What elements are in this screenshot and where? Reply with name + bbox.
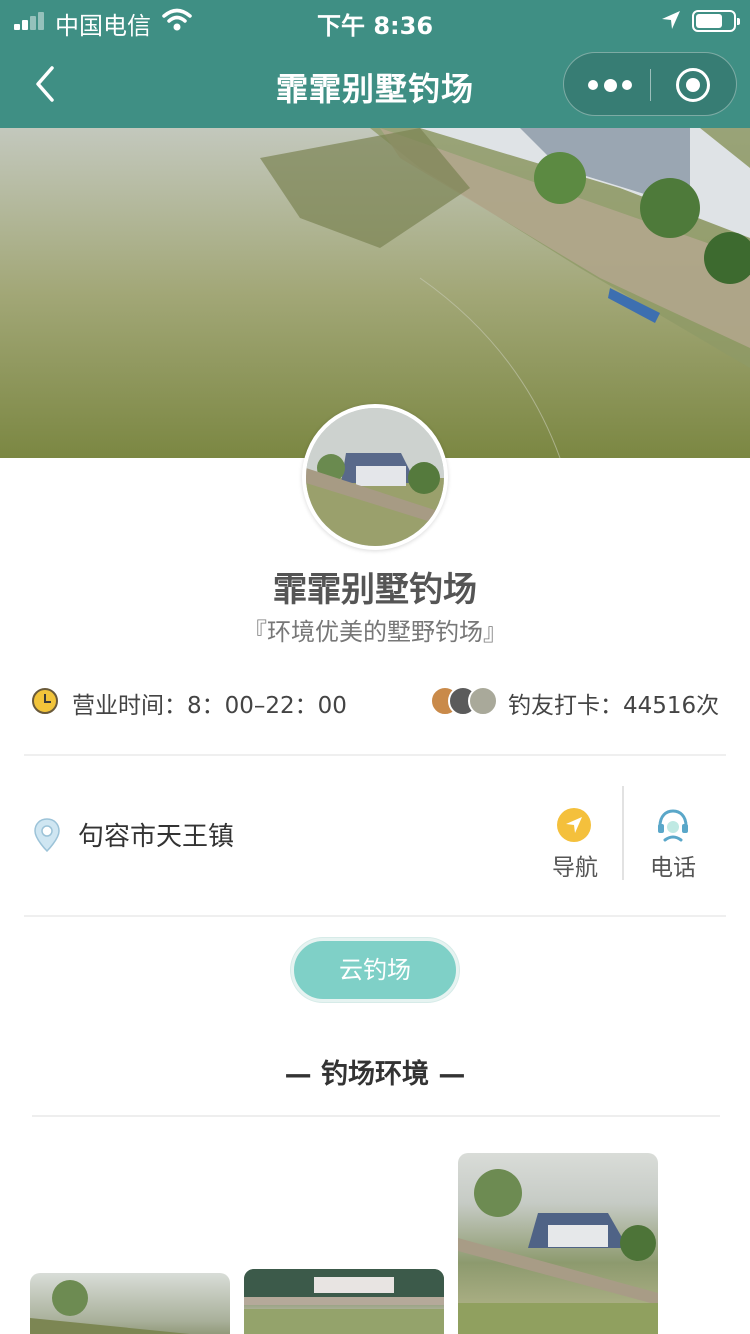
divider [24, 915, 726, 917]
status-time: 下午 8:36 [316, 12, 434, 40]
call-button[interactable]: 电话 [638, 806, 708, 882]
location-pin-icon [34, 818, 60, 852]
location-arrow-icon [662, 11, 680, 29]
gallery-photo[interactable] [30, 1273, 230, 1334]
navigate-label: 导航 [552, 855, 598, 881]
call-label: 电话 [650, 855, 696, 881]
navigation-arrow-icon [557, 808, 591, 842]
photo-scene [30, 1280, 190, 1334]
more-dots-icon[interactable] [588, 53, 632, 117]
user-avatar [468, 686, 498, 716]
photo-scene [244, 1269, 444, 1334]
gallery-photo[interactable] [458, 1153, 658, 1334]
venue-avatar [302, 404, 448, 550]
battery-icon [692, 10, 740, 32]
photo-scene [458, 1169, 658, 1334]
top-bar: 中国电信 下午 8:36 霏霏别墅钓场 [0, 0, 750, 128]
clock-icon [32, 688, 58, 714]
cloud-fishing-button[interactable]: 云钓场 [291, 938, 459, 1002]
status-bar: 中国电信 下午 8:36 [0, 0, 750, 40]
avatar-photo [306, 408, 444, 546]
checkin-count[interactable]: 钓友打卡：44516次 [508, 686, 719, 720]
venue-name: 霏霏别墅钓场 [273, 570, 477, 610]
close-target-icon[interactable] [676, 68, 710, 102]
capsule-divider [650, 69, 651, 101]
vertical-divider [622, 786, 624, 880]
divider [24, 754, 726, 756]
section-title-environment: — 钓场环境 — [284, 1059, 466, 1090]
venue-slogan: 『环境优美的墅野钓场』 [243, 618, 507, 646]
checkin-avatars[interactable] [430, 686, 500, 716]
divider [32, 1115, 720, 1117]
venue-address: 句容市天王镇 [78, 822, 235, 852]
gallery-photo[interactable] [244, 1269, 444, 1334]
business-hours: 营业时间：8：00–22：00 [72, 693, 347, 719]
headset-icon [658, 809, 688, 842]
navigate-button[interactable]: 导航 [540, 806, 610, 882]
mini-program-capsule [563, 52, 737, 116]
